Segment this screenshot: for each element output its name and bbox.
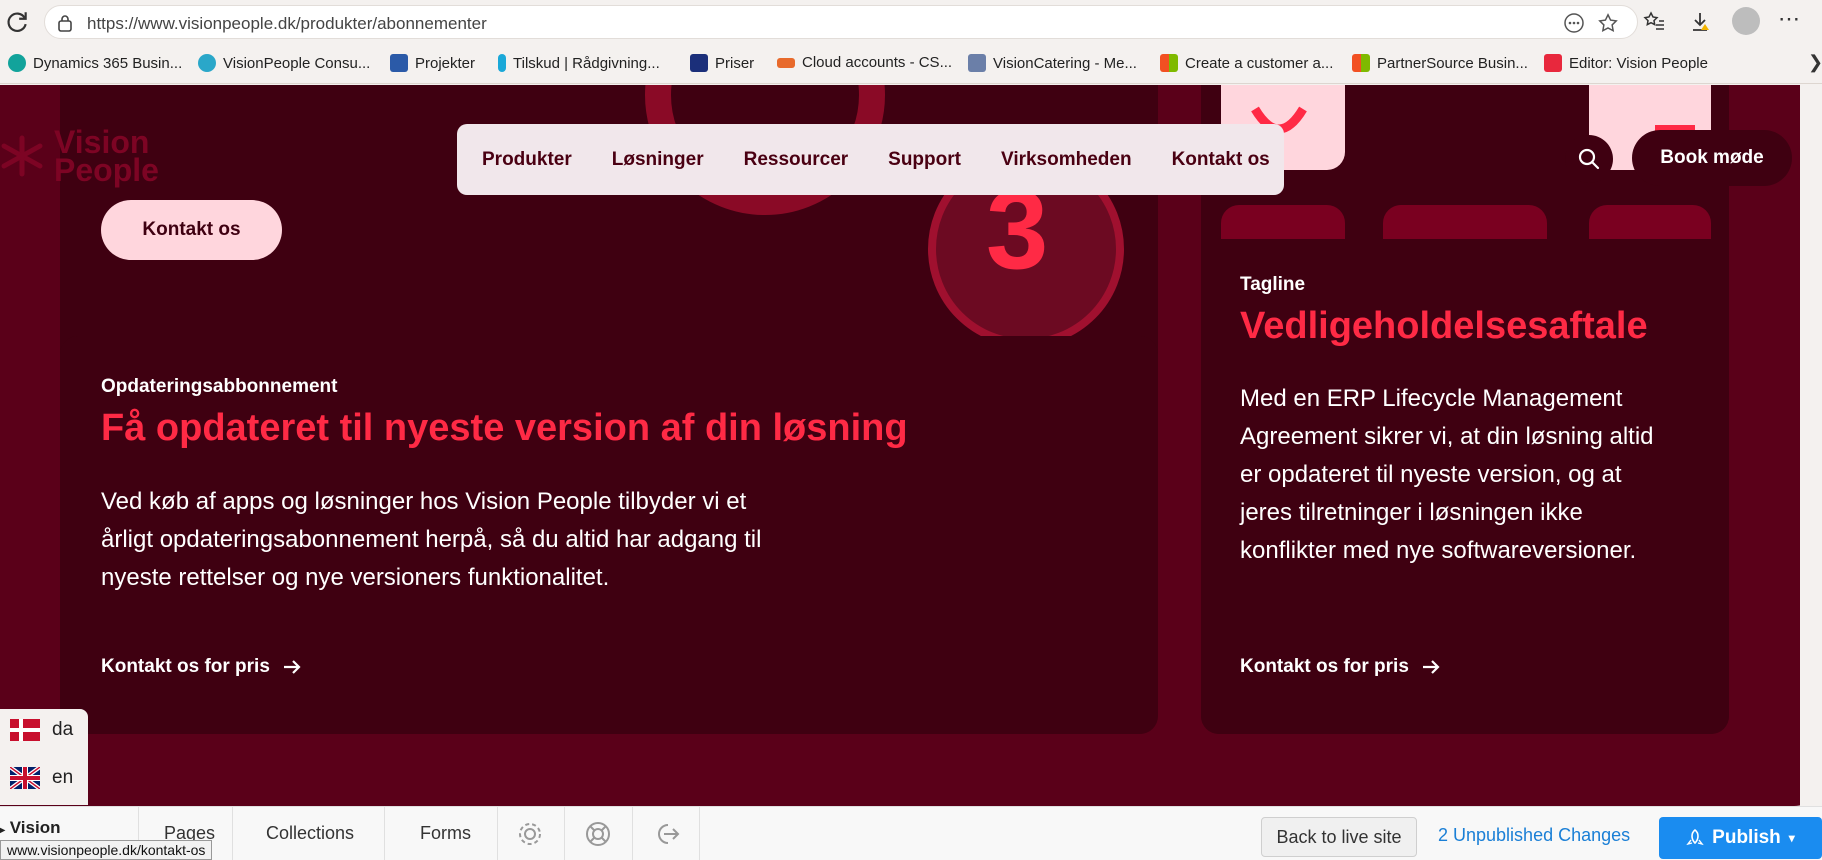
language-code: da bbox=[52, 719, 74, 740]
arrow-right-icon bbox=[1422, 660, 1440, 674]
card-kicker: Opdateringsabbonnement bbox=[101, 376, 338, 397]
card-headline: Vedligeholdelsesaftale bbox=[1240, 305, 1648, 347]
favorite-star-icon[interactable] bbox=[1597, 12, 1619, 34]
language-code: en bbox=[52, 767, 74, 788]
address-bar[interactable]: https://www.visionpeople.dk/produkter/ab… bbox=[44, 5, 1638, 39]
language-option-da[interactable]: da bbox=[10, 719, 73, 741]
publish-button[interactable]: Publish ▾ bbox=[1659, 817, 1822, 859]
nav-item-produkter[interactable]: Produkter bbox=[482, 149, 572, 171]
book-meeting-button[interactable]: Book møde bbox=[1632, 130, 1792, 186]
bookmark-label: PartnerSource Busin... bbox=[1377, 54, 1528, 72]
contact-for-price-link[interactable]: Kontakt os for pris bbox=[1240, 656, 1441, 678]
bookmark-favicon-icon bbox=[968, 54, 986, 72]
link-status-tooltip: www.visionpeople.dk/kontakt-os bbox=[0, 840, 213, 860]
divider bbox=[384, 807, 385, 860]
bookmarks-overflow-icon[interactable]: ❯ bbox=[1808, 52, 1822, 73]
divider bbox=[564, 807, 565, 860]
bookmark-item[interactable]: VisionPeople Consu... bbox=[198, 54, 370, 72]
nav-item-kontakt-os[interactable]: Kontakt os bbox=[1172, 149, 1270, 171]
main-navigation: Produkter Løsninger Ressourcer Support V… bbox=[457, 124, 1284, 195]
microsoft-logo-icon bbox=[1160, 54, 1178, 72]
search-button[interactable] bbox=[1565, 135, 1613, 183]
bookmark-label: VisionPeople Consu... bbox=[223, 54, 371, 72]
arrow-right-icon bbox=[283, 660, 301, 674]
divider bbox=[232, 807, 233, 860]
site-logo[interactable]: Vision People bbox=[0, 126, 159, 188]
divider bbox=[632, 807, 633, 860]
bookmark-item[interactable]: Projekter bbox=[390, 54, 475, 72]
divider bbox=[497, 807, 498, 860]
bookmark-item[interactable]: PartnerSource Busin... bbox=[1352, 54, 1528, 72]
chevron-down-icon: ▾ bbox=[1788, 831, 1795, 845]
link-label: Kontakt os for pris bbox=[1240, 656, 1409, 677]
bookmark-favicon-icon bbox=[1544, 54, 1562, 72]
nav-item-support[interactable]: Support bbox=[888, 149, 961, 171]
language-option-en[interactable]: en bbox=[10, 767, 73, 789]
bookmark-item[interactable]: Create a customer a... bbox=[1160, 54, 1333, 72]
bookmark-item[interactable]: Editor: Vision People bbox=[1544, 54, 1708, 72]
card-body: Med en ERP Lifecycle Management Agreemen… bbox=[1240, 385, 1654, 564]
uk-flag-icon bbox=[10, 767, 40, 789]
danish-flag-icon bbox=[10, 719, 40, 741]
divider bbox=[699, 807, 700, 860]
asterisk-logo-icon bbox=[1, 135, 43, 177]
contact-for-price-link[interactable]: Kontakt os for pris bbox=[101, 656, 302, 678]
rocket-icon bbox=[1686, 829, 1704, 846]
bookmark-item[interactable]: Priser bbox=[690, 54, 754, 72]
bookmark-label: Create a customer a... bbox=[1185, 54, 1334, 72]
bookmark-item[interactable]: Dynamics 365 Busin... bbox=[8, 54, 182, 72]
editor-toolbar: Pages Collections Forms Back to live sit… bbox=[0, 806, 1822, 860]
page-actions-icon[interactable] bbox=[1563, 12, 1585, 34]
bookmark-label: Cloud accounts - CS... bbox=[802, 54, 953, 71]
card-body: Ved køb af apps og løsninger hos Vision … bbox=[101, 488, 762, 591]
nav-item-virksomheden[interactable]: Virksomheden bbox=[1001, 149, 1132, 171]
bookmark-favicon-icon bbox=[498, 54, 506, 72]
bookmark-item[interactable]: Tilskud | Rådgivning... bbox=[498, 54, 660, 72]
profile-avatar[interactable] bbox=[1732, 7, 1760, 35]
bookmark-favicon-icon bbox=[777, 57, 795, 68]
bookmark-favicon-icon bbox=[198, 54, 216, 72]
caret-icon: ▸ bbox=[0, 825, 6, 836]
bookmark-label: Tilskud | Rådgivning... bbox=[513, 54, 660, 72]
bookmark-item[interactable]: Cloud accounts - CS... bbox=[777, 54, 952, 71]
unpublished-changes-link[interactable]: 2 Unpublished Changes bbox=[1438, 825, 1630, 846]
settings-menu-icon[interactable]: ⋯ bbox=[1778, 6, 1800, 32]
bookmark-label: Dynamics 365 Busin... bbox=[33, 54, 183, 72]
bookmark-favicon-icon bbox=[390, 54, 408, 72]
lock-icon[interactable] bbox=[57, 14, 73, 32]
bookmarks-bar: Dynamics 365 Busin... VisionPeople Consu… bbox=[0, 44, 1822, 84]
page-edge bbox=[1800, 85, 1822, 860]
reload-icon[interactable] bbox=[4, 9, 30, 35]
site-name-label: Vision bbox=[9, 818, 61, 837]
link-label: Kontakt os for pris bbox=[101, 656, 270, 677]
gear-icon[interactable] bbox=[516, 820, 544, 848]
bookmark-item[interactable]: VisionCatering - Me... bbox=[968, 54, 1137, 72]
nav-item-ressourcer[interactable]: Ressourcer bbox=[744, 149, 849, 171]
browser-toolbar: https://www.visionpeople.dk/produkter/ab… bbox=[0, 0, 1822, 44]
bookmark-label: VisionCatering - Me... bbox=[993, 54, 1137, 72]
url-text[interactable]: https://www.visionpeople.dk/produkter/ab… bbox=[87, 14, 487, 34]
bookmark-label: Editor: Vision People bbox=[1569, 54, 1708, 72]
help-lifebuoy-icon[interactable] bbox=[584, 820, 612, 848]
card-kicker: Tagline bbox=[1240, 274, 1306, 295]
forms-tab[interactable]: Forms bbox=[420, 823, 471, 844]
logo-text-line2: People bbox=[54, 152, 159, 188]
site-name-tag[interactable]: ▸ Vision bbox=[0, 818, 60, 838]
back-to-live-site-button[interactable]: Back to live site bbox=[1261, 817, 1417, 857]
language-switcher: da en bbox=[0, 709, 88, 805]
contact-button[interactable]: Kontakt os bbox=[101, 200, 282, 260]
favorites-list-icon[interactable] bbox=[1642, 10, 1666, 34]
bookmark-favicon-icon bbox=[690, 54, 708, 72]
publish-label: Publish bbox=[1712, 827, 1781, 848]
nav-item-losninger[interactable]: Løsninger bbox=[612, 149, 704, 171]
logout-icon[interactable] bbox=[652, 820, 682, 848]
bookmark-label: Projekter bbox=[415, 54, 476, 72]
card-headline: Få opdateret til nyeste version af din l… bbox=[101, 407, 908, 449]
bookmark-favicon-icon bbox=[8, 54, 26, 72]
search-icon bbox=[1578, 148, 1600, 170]
bookmark-label: Priser bbox=[715, 54, 755, 72]
microsoft-logo-icon bbox=[1352, 54, 1370, 72]
downloads-icon[interactable] bbox=[1688, 10, 1712, 34]
collections-tab[interactable]: Collections bbox=[266, 823, 354, 844]
